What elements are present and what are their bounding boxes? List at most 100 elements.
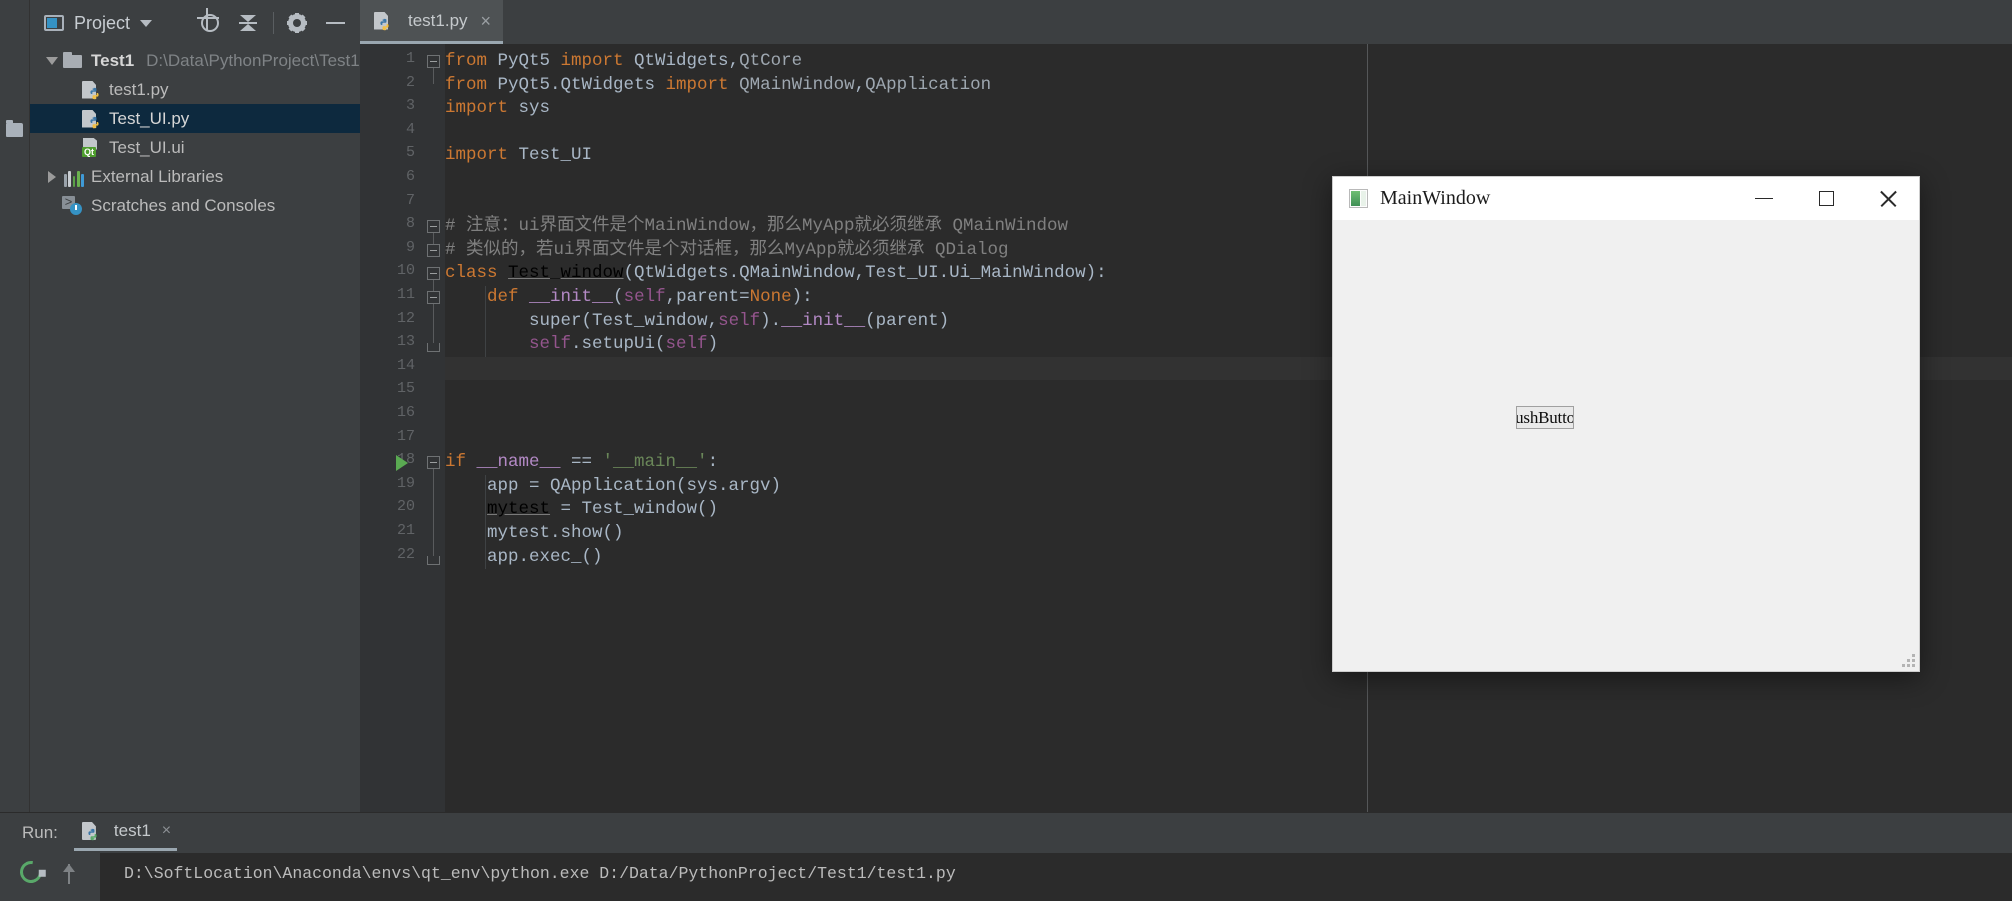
- code-token: (parent): [865, 310, 950, 331]
- libraries-icon: [62, 167, 84, 187]
- python-file-icon: [80, 821, 100, 841]
- fold-toggle-icon[interactable]: [427, 267, 440, 281]
- tree-item-label: Test_UI.py: [109, 108, 190, 128]
- fold-region-line: [433, 68, 434, 84]
- indent-guide: [485, 286, 486, 357]
- fold-region-end: [427, 343, 440, 353]
- run-panel-header: Run: test1 ×: [0, 813, 2012, 853]
- toolbar-divider: [273, 12, 274, 34]
- run-line-marker-icon[interactable]: [396, 455, 408, 472]
- run-panel-label: Run:: [22, 823, 58, 842]
- code-token: (Test_window: [581, 310, 708, 331]
- resize-grip[interactable]: [1902, 654, 1915, 667]
- line-number: 22: [396, 545, 415, 563]
- code-token: self: [529, 334, 572, 355]
- tree-item-test-ui-ui[interactable]: Qt Test_UI.ui: [30, 133, 360, 162]
- code-token: class: [445, 263, 509, 284]
- code-token: def: [487, 287, 530, 307]
- code-token: (: [613, 287, 624, 307]
- code-line: if __name__ == '__main__':: [445, 451, 718, 475]
- code-token: parent=: [676, 287, 750, 307]
- code-token: QMainWindow: [739, 74, 855, 95]
- fold-toggle-icon[interactable]: [427, 291, 440, 304]
- expand-arrow-icon[interactable]: [42, 170, 62, 183]
- code-token: __init__: [529, 287, 614, 307]
- line-number: 20: [396, 498, 415, 516]
- tree-item-test1-py[interactable]: test1.py: [30, 75, 360, 104]
- folder-icon: [62, 51, 84, 71]
- minimize-icon[interactable]: [324, 12, 346, 34]
- run-tab-label: test1: [113, 821, 151, 840]
- folder-strip-icon: [6, 120, 23, 137]
- code-token: = Test_window(): [550, 499, 719, 520]
- run-tab-test1[interactable]: test1 ×: [73, 821, 178, 851]
- code-token: mytest: [487, 499, 551, 520]
- code-line: def __init__(self,parent=None):: [445, 286, 813, 310]
- code-token: sys: [518, 98, 551, 119]
- line-number: 10: [396, 262, 415, 280]
- tree-item-label: Test_UI.ui: [109, 137, 185, 157]
- code-token: from: [445, 51, 498, 71]
- tree-item-path: D:\Data\PythonProject\Test1: [146, 50, 360, 70]
- maximize-icon: [1818, 191, 1834, 206]
- code-token: import: [665, 74, 740, 95]
- tree-item-external-libraries[interactable]: External Libraries: [30, 162, 360, 191]
- qt-window-client-area: pushButton: [1333, 220, 1919, 671]
- code-token: None: [749, 287, 792, 307]
- maximize-button[interactable]: [1795, 177, 1857, 220]
- expand-arrow-icon[interactable]: [42, 56, 62, 65]
- qt-window-title: MainWindow: [1380, 187, 1491, 209]
- tab-test1-py[interactable]: test1.py ×: [360, 0, 504, 44]
- code-line: mytest.show(): [445, 522, 624, 546]
- project-tree: Test1 D:\Data\PythonProject\Test1 test1.…: [30, 46, 360, 220]
- close-button[interactable]: [1857, 177, 1919, 220]
- tree-item-test1[interactable]: Test1 D:\Data\PythonProject\Test1: [30, 46, 360, 75]
- tree-item-label: test1.py: [109, 79, 169, 99]
- close-icon[interactable]: ×: [162, 822, 171, 840]
- python-file-icon: [80, 80, 102, 100]
- gear-icon[interactable]: [287, 12, 310, 34]
- code-token: app.exec_(): [445, 546, 603, 567]
- code-token: __init__: [781, 310, 866, 331]
- line-number: 7: [405, 191, 415, 209]
- rerun-icon[interactable]: [15, 856, 47, 888]
- code-token: Test_UI: [518, 145, 593, 166]
- qt-window-titlebar[interactable]: MainWindow: [1333, 177, 1919, 220]
- fold-toggle-icon[interactable]: [427, 55, 440, 68]
- close-icon: [1879, 190, 1897, 208]
- push-button[interactable]: pushButton: [1516, 406, 1574, 429]
- fold-region-line: [433, 304, 434, 320]
- fold-toggle-icon[interactable]: [427, 220, 440, 234]
- chevron-down-icon[interactable]: [140, 19, 153, 27]
- code-token: ,: [665, 287, 677, 307]
- line-number: 3: [405, 97, 415, 115]
- line-number: 13: [396, 333, 415, 351]
- fold-toggle-icon[interactable]: [427, 456, 440, 470]
- collapse-all-icon[interactable]: [237, 12, 259, 34]
- code-token: ).: [760, 310, 782, 331]
- code-token: QtCore: [739, 51, 803, 71]
- code-line: import Test_UI: [445, 144, 592, 168]
- editor-gutter: 1 2 3 4 5 6 7 8 9 10 11 12 13 14 15 16 17 18 19 20 21 22: [360, 44, 423, 812]
- tree-item-scratches-and-consoles[interactable]: Scratches and Consoles: [30, 191, 360, 220]
- tree-item-test-ui-py[interactable]: Test_UI.py: [30, 104, 360, 133]
- line-number: 6: [405, 168, 415, 185]
- locate-icon[interactable]: [201, 12, 223, 34]
- qt-main-window[interactable]: MainWindow pushButton: [1332, 176, 1920, 672]
- code-token: ==: [560, 452, 603, 473]
- minimize-button[interactable]: [1733, 177, 1795, 220]
- code-token: if: [445, 452, 477, 473]
- code-token: ):: [791, 287, 813, 307]
- code-token: from: [445, 74, 498, 95]
- up-arrow-icon[interactable]: [62, 862, 76, 884]
- code-token: self: [665, 334, 708, 355]
- tree-item-label: Test1: [91, 50, 135, 70]
- editor-tabbar: test1.py ×: [360, 0, 2012, 44]
- code-line: # 注意：ui界面文件是个MainWindow，那么MyApp就必须继承 QMa…: [445, 215, 1068, 239]
- line-number: 12: [396, 309, 415, 327]
- fold-toggle-icon[interactable]: [427, 243, 440, 257]
- push-button-label: pushButton: [1517, 407, 1573, 427]
- tab-label: test1.py: [408, 10, 468, 30]
- scratches-icon: [62, 195, 84, 216]
- close-icon[interactable]: ×: [481, 12, 492, 30]
